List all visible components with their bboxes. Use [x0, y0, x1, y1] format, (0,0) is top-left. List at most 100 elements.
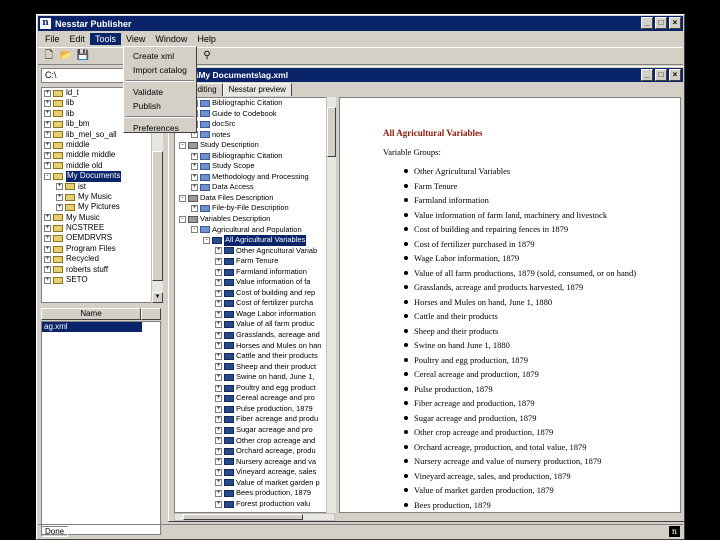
expand-icon[interactable]: + [215, 405, 222, 413]
scroll-thumb[interactable] [327, 107, 336, 157]
document-tree-item[interactable]: + Sugar acreage and pro [175, 425, 334, 436]
expand-icon[interactable]: + [215, 479, 222, 487]
expand-icon[interactable]: + [56, 203, 63, 211]
folder-tree-item[interactable]: + middle old [42, 161, 162, 171]
expand-icon[interactable]: + [215, 363, 222, 371]
expand-icon[interactable]: + [215, 321, 222, 329]
expand-icon[interactable]: + [44, 276, 51, 284]
document-tree-item[interactable]: + Bees production, 1879 [175, 488, 334, 499]
folder-tree-item[interactable]: + SETO [42, 275, 162, 285]
document-tree-item[interactable]: +Bibliographic Citation [175, 151, 334, 162]
folder-tree-item[interactable]: + ist [42, 182, 162, 192]
menu-edit[interactable]: Edit [65, 33, 91, 45]
expand-icon[interactable]: + [215, 331, 222, 339]
collapse-icon[interactable]: - [44, 172, 51, 180]
variable-group-item[interactable]: Sheep and their products [404, 324, 680, 339]
folder-tree-item[interactable]: + NCSTREE [42, 223, 162, 233]
expand-icon[interactable]: + [215, 437, 222, 445]
variable-group-item[interactable]: Vineyard acreage, sales, and production,… [404, 469, 680, 484]
expand-icon[interactable]: + [44, 162, 51, 170]
document-tree-item[interactable]: - All Agricultural Variables [175, 235, 334, 246]
collapse-icon[interactable]: - [179, 215, 186, 223]
variable-group-item[interactable]: Poultry and egg production, 1879 [404, 353, 680, 368]
document-tree-item[interactable]: + Value of all farm produc [175, 319, 334, 330]
expand-icon[interactable]: + [56, 193, 63, 201]
document-tree-item[interactable]: +docSrc [175, 119, 334, 130]
expand-icon[interactable]: + [44, 152, 51, 160]
menu-validate[interactable]: Validate [124, 85, 196, 99]
minimize-button[interactable]: _ [641, 17, 653, 29]
menu-file[interactable]: File [40, 33, 65, 45]
document-tree-item[interactable]: + notes [175, 130, 334, 141]
variable-group-item[interactable]: Cost of fertilizer purchased in 1879 [404, 237, 680, 252]
expand-icon[interactable]: + [44, 266, 51, 274]
open-folder-icon[interactable]: 📂 [59, 49, 73, 63]
expand-icon[interactable]: + [215, 268, 222, 276]
scroll-down-icon[interactable]: ▼ [152, 292, 163, 303]
expand-icon[interactable]: + [215, 352, 222, 360]
expand-icon[interactable]: + [215, 468, 222, 476]
collapse-icon[interactable]: - [179, 141, 186, 149]
variable-group-item[interactable]: Farm Tenure [404, 179, 680, 194]
expand-icon[interactable]: + [44, 141, 51, 149]
variable-group-item[interactable]: Cereal acreage and production, 1879 [404, 367, 680, 382]
document-tree-item[interactable]: - Study Description [175, 140, 334, 151]
scroll-thumb[interactable] [152, 151, 163, 281]
expand-icon[interactable]: + [215, 447, 222, 455]
save-icon[interactable]: 💾 [76, 49, 90, 63]
folder-tree-item[interactable]: + My Music [42, 192, 162, 202]
expand-icon[interactable]: + [215, 300, 222, 308]
variable-group-item[interactable]: Cost of building and repairing fences in… [404, 222, 680, 237]
expand-icon[interactable]: + [215, 458, 222, 466]
expand-icon[interactable]: + [191, 184, 198, 192]
document-tree-hscrollbar[interactable] [174, 513, 335, 521]
variable-group-item[interactable]: Swine on hand June 1, 1880 [404, 338, 680, 353]
folder-tree-item[interactable]: + middle middle [42, 150, 162, 160]
variable-group-item[interactable]: Wage Labor information, 1879 [404, 251, 680, 266]
document-tree-item[interactable]: + Sheep and their product [175, 362, 334, 373]
new-file-icon[interactable]: 🗋 [42, 49, 56, 63]
document-tree-item[interactable]: + Methodology and Processing [175, 172, 334, 183]
document-tree-item[interactable]: + Cost of fertilizer purcha [175, 298, 334, 309]
expand-icon[interactable]: + [191, 173, 198, 181]
document-tree-scrollbar[interactable] [326, 97, 336, 513]
expand-icon[interactable]: + [215, 384, 222, 392]
collapse-icon[interactable]: - [179, 194, 186, 202]
variable-group-item[interactable]: Farmland information [404, 193, 680, 208]
document-tree-item[interactable]: +Bibliographic Citation [175, 98, 334, 109]
document-tree-item[interactable]: - Variables Description [175, 214, 334, 225]
folder-tree-item[interactable]: - My Documents [42, 171, 162, 182]
document-tree-item[interactable]: - Data Files Description [175, 193, 334, 204]
folder-tree-item[interactable]: + Recycled [42, 254, 162, 264]
expand-icon[interactable]: + [215, 310, 222, 318]
document-tree-item[interactable]: + Value of market garden p [175, 478, 334, 489]
doc-close-button[interactable]: × [669, 69, 681, 81]
collapse-icon[interactable]: - [203, 236, 210, 244]
folder-tree-item[interactable]: + My Pictures [42, 202, 162, 212]
document-tree-item[interactable]: + Orchard acreage, produ [175, 446, 334, 457]
menu-import-catalog[interactable]: Import catalog [124, 63, 196, 77]
menu-tools[interactable]: Tools [90, 33, 122, 45]
document-tree-item[interactable]: + Grasslands, acreage and [175, 330, 334, 341]
variable-group-item[interactable]: Other crop acreage and production, 1879 [404, 425, 680, 440]
document-tree-item[interactable]: + Data Access [175, 182, 334, 193]
expand-icon[interactable]: + [215, 490, 222, 497]
menu-create-xml[interactable]: Create xml [124, 49, 196, 63]
variable-group-item[interactable]: Value of market garden production, 1879 [404, 483, 680, 498]
expand-icon[interactable]: + [215, 500, 222, 508]
document-tree-item[interactable]: + Poultry and egg product [175, 383, 334, 394]
expand-icon[interactable]: + [215, 395, 222, 403]
folder-tree-item[interactable]: + OEMDRVRS [42, 233, 162, 243]
menu-view[interactable]: View [121, 33, 150, 45]
document-tree-item[interactable]: + Study Scope [175, 161, 334, 172]
variable-group-item[interactable]: Value information of farm land, machiner… [404, 208, 680, 223]
expand-icon[interactable]: + [56, 183, 63, 191]
expand-icon[interactable]: + [44, 89, 51, 97]
app-titlebar[interactable]: n Nesstar Publisher _ □ × [38, 16, 683, 31]
menu-preferences[interactable]: Preferences [124, 121, 196, 135]
document-tree-item[interactable]: + Forest production valu [175, 499, 334, 510]
expand-icon[interactable]: + [44, 100, 51, 108]
column-header-extra[interactable] [141, 308, 161, 320]
variable-group-item[interactable]: Sugar acreage and production, 1879 [404, 411, 680, 426]
document-tree-item[interactable]: + Fiber acreage and produ [175, 414, 334, 425]
